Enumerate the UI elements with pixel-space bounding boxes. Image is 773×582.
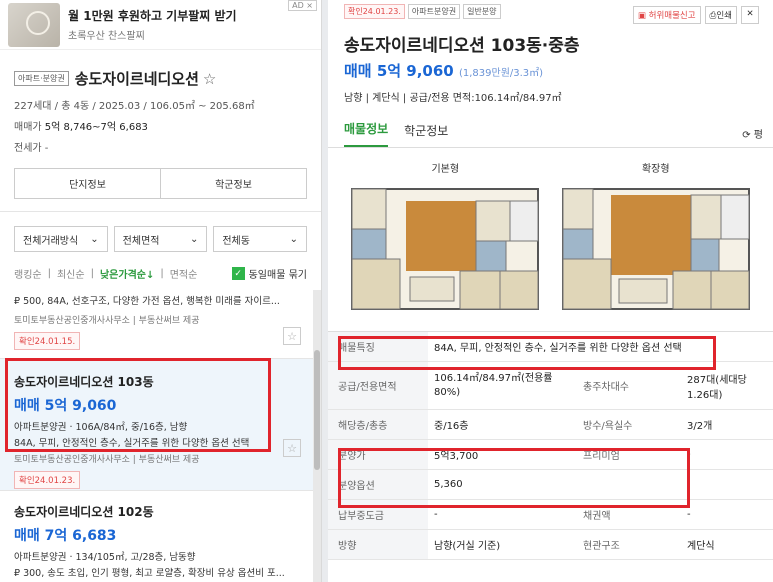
scrollbar-thumb[interactable] bbox=[314, 350, 320, 470]
highlight-box bbox=[338, 336, 716, 370]
favorite-star-icon[interactable]: ☆ bbox=[283, 327, 301, 345]
ad-title[interactable]: 월 1만원 후원하고 기부팔찌 받기 bbox=[68, 7, 237, 24]
confirm-badge: 확인24.01.23. bbox=[14, 471, 81, 489]
deposit-value: - bbox=[434, 509, 438, 520]
direction-label: 방향 bbox=[328, 530, 428, 559]
complex-rent-price: 전세가 - bbox=[14, 143, 49, 154]
detail-title: 송도자이르네디오션 103동·중층 bbox=[344, 36, 580, 56]
complex-info-button[interactable]: 단지정보 bbox=[15, 169, 160, 198]
tab-school-info[interactable]: 학군정보 bbox=[404, 122, 448, 147]
ad-banner[interactable]: 월 1만원 후원하고 기부팔찌 받기 초록우산 찬스팔찌 AD × bbox=[0, 0, 321, 50]
sort-separator: | bbox=[47, 268, 51, 279]
sort-latest[interactable]: 최신순 bbox=[57, 266, 85, 281]
building-select[interactable]: 전체동 ⌄ bbox=[213, 226, 308, 252]
area-value: 106.14㎡/84.97㎡(전용률80%) bbox=[434, 373, 553, 398]
table-row: 방향 남향(거실 기준) 현관구조 계단식 bbox=[328, 530, 773, 560]
entry-value: 계단식 bbox=[687, 541, 715, 552]
listing-panel: 월 1만원 후원하고 기부팔찌 받기 초록우산 찬스팔찌 AD × 아파트·분양… bbox=[0, 0, 322, 582]
parking-value: 287대(세대당 1.26대) bbox=[687, 374, 747, 401]
same-listing-toggle[interactable]: ✓ 동일매물 묶기 bbox=[231, 266, 307, 281]
area-select[interactable]: 전체면적 ⌄ bbox=[113, 226, 208, 252]
ad-close-tag[interactable]: AD × bbox=[288, 0, 317, 11]
sort-bar: 랭킹순 | 최신순 | 낮은가격순↓ | 면적순 ✓ 동일매물 묶기 bbox=[0, 252, 321, 287]
tab-listing-info[interactable]: 매물정보 bbox=[344, 120, 389, 147]
favorite-star-icon[interactable]: ☆ bbox=[283, 439, 301, 457]
ad-subtitle: 초록우산 찬스팔찌 bbox=[68, 31, 145, 42]
listing-desc: ₽ 500, 84A, 선호구조, 다양한 가전 옵션, 행복한 미래를 자이르… bbox=[14, 296, 280, 307]
detail-tabs: 매물정보 학군정보 ⟳ 평 bbox=[328, 118, 773, 148]
chevron-down-icon: ⌄ bbox=[90, 233, 99, 245]
highlight-box bbox=[5, 358, 271, 452]
filter-bar: 전체거래방식 ⌄ 전체면적 ⌄ 전체동 ⌄ bbox=[0, 211, 321, 252]
sale-type-tag: 일반분양 bbox=[463, 4, 501, 19]
complex-name: 송도자이르네디오션 bbox=[74, 70, 199, 88]
chevron-down-icon: ⌄ bbox=[289, 233, 299, 245]
ad-image bbox=[8, 2, 60, 47]
chevron-down-icon: ⌄ bbox=[189, 233, 199, 245]
sort-separator: | bbox=[90, 268, 94, 279]
listing-agent: 토미토부동산공인중개사사무소 | 부동산써브 제공 bbox=[14, 455, 200, 465]
direction-value: 남향(거실 기준) bbox=[434, 541, 501, 552]
type-tag: 아파트분양권 bbox=[407, 4, 461, 19]
floor-value: 중/16층 bbox=[434, 421, 469, 432]
listing-title: 송도자이르네디오션 102동 bbox=[14, 505, 154, 519]
sort-ranking[interactable]: 랭킹순 bbox=[14, 266, 42, 281]
detail-panel: 확인24.01.23. 아파트분양권 일반분양 ▣ 허위매물신고 ⎙인쇄 ✕ 송… bbox=[328, 0, 773, 582]
listing-info: 아파트분양권 · 134/105㎡, 고/28층, 남동향 bbox=[14, 552, 196, 563]
detail-price: 매매 5억 9,060 (1,839만원/3.3㎡) bbox=[344, 62, 544, 80]
listing-price: 매매 7억 6,683 bbox=[14, 528, 117, 544]
report-button[interactable]: ▣ 허위매물신고 bbox=[632, 6, 701, 24]
floor-plan-extended[interactable]: 확장형 bbox=[556, 160, 756, 323]
checkbox-checked-icon[interactable]: ✓ bbox=[231, 267, 245, 280]
room-label: 방수/욕실수 bbox=[583, 421, 633, 432]
print-button[interactable]: ⎙인쇄 bbox=[704, 6, 737, 24]
room-value: 3/2개 bbox=[687, 421, 713, 432]
plan-label: 기본형 bbox=[431, 164, 460, 175]
list-item[interactable]: 송도자이르네디오션 102동 매매 7억 6,683 아파트분양권 · 134/… bbox=[0, 491, 321, 582]
listing-desc: ₽ 300, 송도 초입, 인기 평형, 최고 로얄층, 확장비 유상 옵션비 … bbox=[14, 568, 285, 579]
complex-summary: 아파트·분양권 송도자이르네디오션 ☆ 227세대 / 총 4동 / 2025.… bbox=[0, 50, 321, 199]
close-button[interactable]: ✕ bbox=[741, 6, 759, 24]
sort-low-price[interactable]: 낮은가격순↓ bbox=[100, 266, 154, 281]
confirm-badge: 확인24.01.15. bbox=[14, 332, 81, 350]
premium-value: - bbox=[687, 449, 691, 460]
plan-label: 확장형 bbox=[641, 164, 670, 175]
complex-sale-price: 매매가 5억 8,746~7억 6,683 bbox=[14, 122, 148, 133]
trade-type-select[interactable]: 전체거래방식 ⌄ bbox=[14, 226, 108, 252]
detail-subinfo: 남향 | 계단식 | 공급/전용 면적:106.14㎡/84.97㎡ bbox=[344, 93, 562, 104]
floor-plan-extended-image bbox=[561, 188, 750, 310]
entry-label: 현관구조 bbox=[583, 541, 620, 552]
complex-type-tag: 아파트·분양권 bbox=[14, 71, 69, 86]
floor-plan-basic[interactable]: 기본형 bbox=[345, 160, 545, 323]
list-item[interactable]: ₽ 500, 84A, 선호구조, 다양한 가전 옵션, 행복한 미래를 자이르… bbox=[0, 287, 321, 359]
sort-separator: | bbox=[160, 268, 164, 279]
listing-agent: 토미토부동산공인중개사사무소 | 부동산써브 제공 bbox=[14, 316, 200, 326]
table-row: 해당층/총층 중/16층 방수/욕실수 3/2개 bbox=[328, 410, 773, 440]
floor-plans: 기본형 확장형 bbox=[328, 148, 773, 323]
favorite-star-icon[interactable]: ☆ bbox=[203, 70, 216, 88]
floor-label: 해당층/총층 bbox=[328, 410, 428, 439]
unit-toggle[interactable]: ⟳ 평 bbox=[742, 126, 763, 141]
sort-area[interactable]: 면적순 bbox=[170, 266, 198, 281]
school-info-button[interactable]: 학군정보 bbox=[160, 169, 306, 198]
debt-value: - bbox=[687, 509, 691, 520]
highlight-box bbox=[338, 448, 690, 508]
complex-meta: 227세대 / 총 4동 / 2025.03 / 106.05㎡ ~ 205.6… bbox=[14, 101, 255, 112]
floor-plan-basic-image bbox=[351, 188, 540, 310]
confirm-badge: 확인24.01.23. bbox=[344, 4, 405, 19]
report-icon: ▣ bbox=[637, 11, 646, 21]
